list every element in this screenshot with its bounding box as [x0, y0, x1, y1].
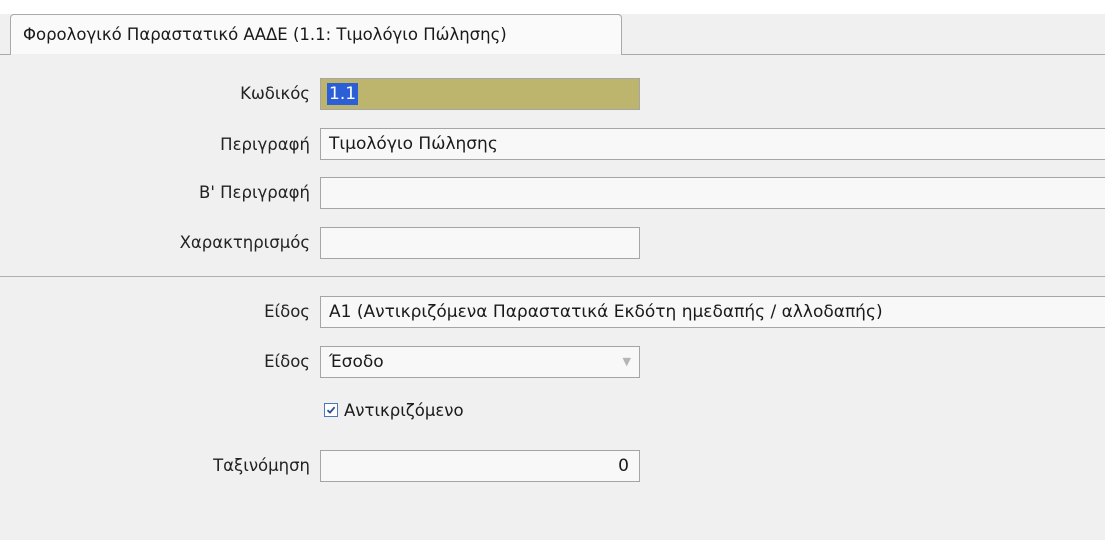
- sort-order-label: Ταξινόμηση: [213, 456, 310, 475]
- type-field[interactable]: A1 (Αντικριζόμενα Παραστατικά Εκδότη ημε…: [320, 296, 1105, 328]
- sort-order-value: 0: [618, 456, 629, 476]
- kind-value: Έσοδο: [329, 352, 384, 372]
- countered-checkbox[interactable]: [324, 403, 338, 417]
- kind-combo[interactable]: Έσοδο ▼: [320, 346, 640, 378]
- characterization-field[interactable]: [320, 227, 640, 259]
- section-divider: [0, 276, 1105, 277]
- description-b-label: Β' Περιγραφή: [199, 183, 310, 202]
- description-field[interactable]: Τιμολόγιο Πώλησης: [320, 128, 1105, 160]
- code-value: 1.1: [327, 83, 359, 105]
- tab-baseline-gap: [11, 54, 621, 55]
- code-field[interactable]: 1.1: [320, 78, 640, 110]
- sort-order-field[interactable]: 0: [320, 450, 640, 482]
- top-strip: [0, 0, 1105, 14]
- characterization-label: Χαρακτηρισμός: [179, 233, 310, 252]
- countered-checkbox-row[interactable]: Αντικριζόμενο: [324, 397, 464, 423]
- chevron-down-icon[interactable]: ▼: [623, 347, 631, 377]
- type-value: A1 (Αντικριζόμενα Παραστατικά Εκδότη ημε…: [329, 302, 883, 322]
- description-label: Περιγραφή: [220, 135, 310, 154]
- countered-label: Αντικριζόμενο: [344, 400, 464, 420]
- tab-label: Φορολογικό Παραστατικό ΑΑΔΕ (1.1: Τιμολό…: [23, 25, 507, 44]
- checkmark-icon: [326, 406, 336, 414]
- description-b-field[interactable]: [320, 177, 1105, 209]
- description-value: Τιμολόγιο Πώλησης: [329, 134, 498, 154]
- code-label: Κωδικός: [240, 84, 310, 103]
- kind-label: Είδος: [264, 352, 310, 371]
- tab-fiscal-document[interactable]: Φορολογικό Παραστατικό ΑΑΔΕ (1.1: Τιμολό…: [10, 14, 622, 54]
- type-label: Είδος: [264, 302, 310, 321]
